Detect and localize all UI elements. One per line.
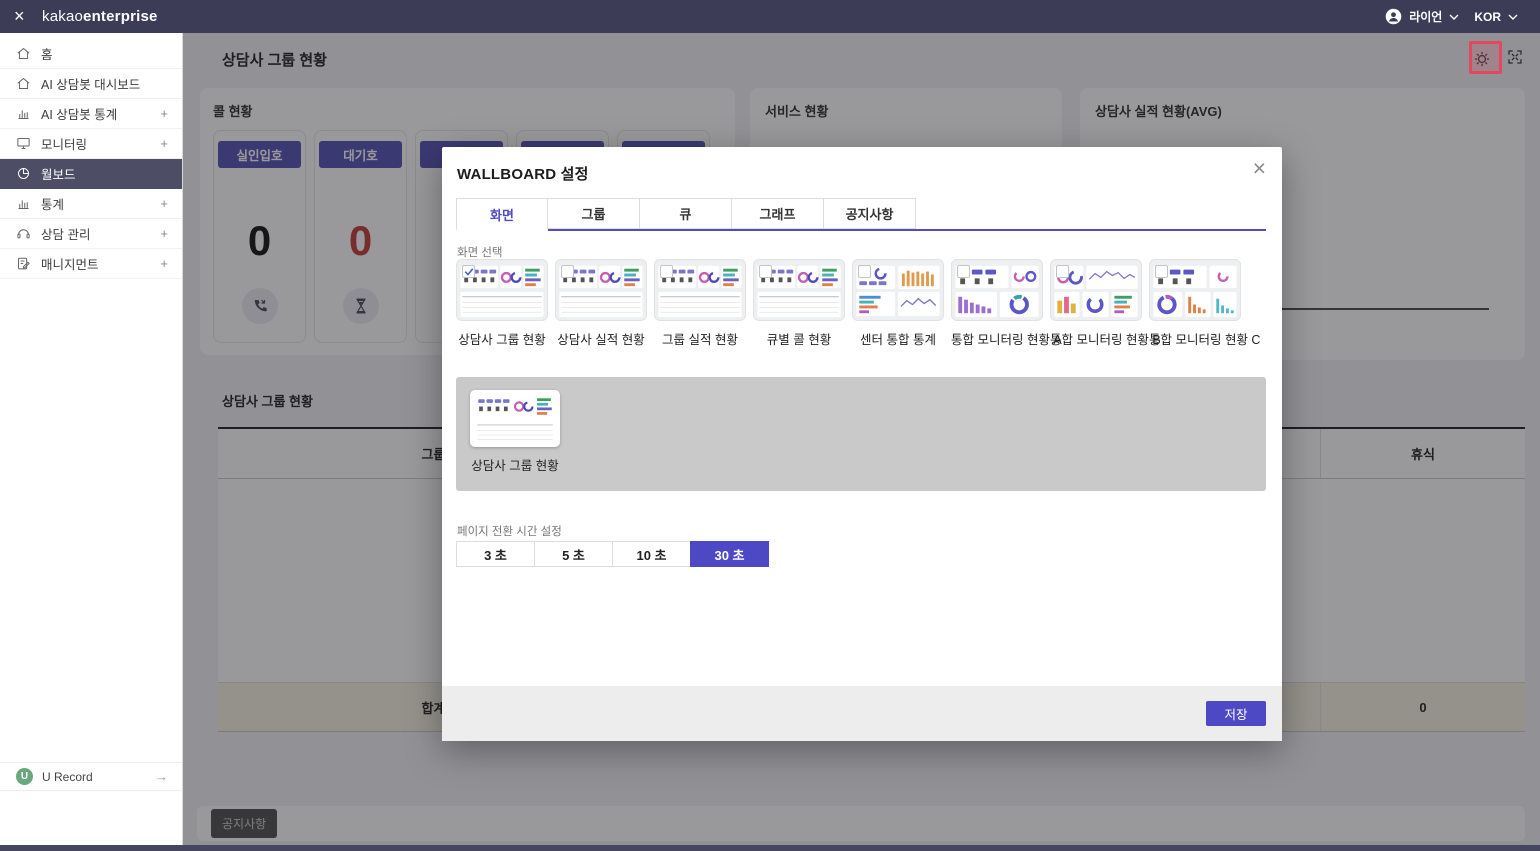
checkbox-unchecked[interactable] [660, 265, 673, 278]
top-app-bar: × kakaoenterprise 라이언 KOR [0, 0, 1540, 33]
sidebar-item-u-record[interactable]: U U Record → [0, 762, 182, 791]
bar-chart-icon [16, 106, 31, 121]
document-edit-icon [16, 256, 31, 271]
pie-chart-icon [16, 166, 31, 181]
headset-icon [16, 226, 31, 241]
page-interval-options: 3 초 5 초 10 초 30 초 [456, 541, 769, 567]
menu-close-icon[interactable]: × [14, 6, 36, 27]
arrow-right-icon: → [155, 769, 168, 784]
monitor-icon [16, 136, 31, 151]
save-button[interactable]: 저장 [1206, 701, 1266, 726]
user-name[interactable]: 라이언 [1409, 8, 1442, 25]
selected-screens-area: 상담사 그룹 현황 [456, 377, 1266, 491]
chevron-down-icon[interactable] [1449, 14, 1459, 20]
sidebar-item-ai-bot-stats[interactable]: AI 상담봇 통계 + [0, 99, 182, 129]
sidebar-item-stats[interactable]: 통계 + [0, 189, 182, 219]
modal-tabs: 화면 그룹 큐 그래프 공지사항 [456, 198, 1266, 231]
tab-notice[interactable]: 공지사항 [824, 198, 916, 229]
home-icon [16, 76, 31, 91]
bottom-edge-strip [0, 845, 1540, 851]
bar-chart-icon [16, 196, 31, 211]
sidebar-item-wallboard[interactable]: 월보드 [0, 159, 182, 189]
sidebar-item-monitoring[interactable]: 모니터링 + [0, 129, 182, 159]
screen-option-group-perf[interactable]: 그룹 실적 현황 [654, 259, 746, 348]
expand-plus-icon[interactable]: + [160, 106, 168, 121]
checkbox-unchecked[interactable] [759, 265, 772, 278]
sidebar-item-home[interactable]: 홈 [0, 39, 182, 69]
home-icon [16, 46, 31, 61]
tab-queue[interactable]: 큐 [640, 198, 732, 229]
tab-group[interactable]: 그룹 [548, 198, 640, 229]
modal-title: WALLBOARD 설정 [457, 163, 589, 184]
tab-screen[interactable]: 화면 [456, 198, 548, 231]
interval-5s-button[interactable]: 5 초 [534, 541, 613, 567]
modal-close-icon[interactable]: × [1253, 157, 1266, 180]
interval-10s-button[interactable]: 10 초 [612, 541, 691, 567]
checkbox-unchecked[interactable] [858, 265, 871, 278]
modal-footer: 저장 [442, 686, 1282, 741]
interval-30s-button[interactable]: 30 초 [690, 541, 769, 567]
selected-screen-label: 상담사 그룹 현황 [456, 455, 574, 474]
selected-screen-thumbnail[interactable] [470, 390, 560, 447]
screen-option-agent-perf[interactable]: 상담사 실적 현황 [555, 259, 647, 348]
checkbox-unchecked[interactable] [1056, 265, 1069, 278]
expand-plus-icon[interactable]: + [160, 256, 168, 271]
screen-option-center-stats[interactable]: 센터 통합 통계 [852, 259, 944, 348]
checkbox-unchecked[interactable] [561, 265, 574, 278]
screen-option-queue-call[interactable]: 큐별 콜 현황 [753, 259, 845, 348]
checkbox-unchecked[interactable] [957, 265, 970, 278]
chevron-down-icon[interactable] [1508, 14, 1518, 20]
checkbox-checked[interactable] [462, 265, 475, 278]
sidebar-item-management[interactable]: 매니지먼트 + [0, 249, 182, 279]
sidebar: 홈 AI 상담봇 대시보드 AI 상담봇 통계 + 모니터링 + 월보드 통계 … [0, 33, 183, 845]
tab-graph[interactable]: 그래프 [732, 198, 824, 229]
screen-select-label: 화면 선택 [457, 244, 503, 260]
sidebar-item-ai-bot-dashboard[interactable]: AI 상담봇 대시보드 [0, 69, 182, 99]
u-record-icon: U [16, 768, 33, 785]
expand-plus-icon[interactable]: + [160, 226, 168, 241]
page-interval-label: 페이지 전환 시간 설정 [457, 523, 562, 539]
interval-3s-button[interactable]: 3 초 [456, 541, 535, 567]
screen-option-monitoring-c[interactable]: 통합 모니터링 현황 C [1149, 259, 1241, 348]
locale-selector[interactable]: KOR [1474, 10, 1501, 24]
sidebar-item-counsel-management[interactable]: 상담 관리 + [0, 219, 182, 249]
kakao-enterprise-logo: kakaoenterprise [42, 8, 158, 25]
screen-thumbnails: 상담사 그룹 현황 상담사 실적 현황 그룹 실적 현황 큐별 콜 현황 센터 … [456, 259, 1241, 348]
screen-option-agent-group[interactable]: 상담사 그룹 현황 [456, 259, 548, 348]
gear-click-highlight [1469, 41, 1502, 74]
checkbox-unchecked[interactable] [1155, 265, 1168, 278]
user-avatar-icon [1385, 8, 1402, 25]
screen-option-monitoring-b[interactable]: 통합 모니터링 현황 B [1050, 259, 1142, 348]
expand-plus-icon[interactable]: + [160, 136, 168, 151]
expand-plus-icon[interactable]: + [160, 196, 168, 211]
screen-option-monitoring-a[interactable]: 통합 모니터링 현황 A [951, 259, 1043, 348]
wallboard-settings-modal: WALLBOARD 설정 × 화면 그룹 큐 그래프 공지사항 화면 선택 상담… [442, 147, 1282, 741]
